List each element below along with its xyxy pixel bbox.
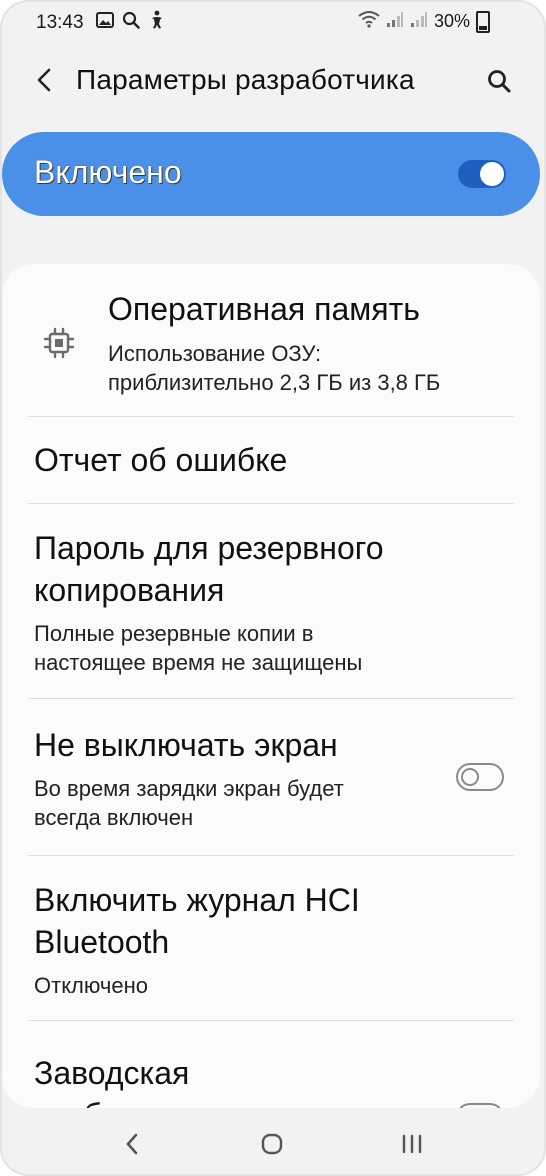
oem-unlock-title-line2: разблокировка (34, 1095, 254, 1108)
master-switch-label: Включено (34, 154, 182, 190)
signal-icon (410, 10, 428, 33)
navigation-bar (0, 1110, 546, 1176)
back-button[interactable] (28, 64, 60, 96)
bluetooth-hci-subtitle: Отключено (34, 973, 148, 998)
list-item-bluetooth-hci-log[interactable]: Включить журнал HCI Bluetooth Отключено (2, 856, 540, 1020)
memory-subtitle-line2: приблизительно 2,3 ГБ из 3,8 ГБ (108, 370, 441, 395)
list-item-bug-report[interactable]: Отчет об ошибке (2, 417, 540, 503)
search-icon (122, 11, 140, 34)
memory-title: Оперативная память (108, 291, 420, 327)
phone-screen: 13:43 30% Параметры разработчика Включен… (0, 0, 546, 1176)
nav-home-button[interactable] (252, 1126, 292, 1162)
gallery-icon (96, 12, 114, 33)
battery-icon (476, 10, 490, 33)
status-icons-left (96, 10, 166, 35)
signal-icon (386, 10, 404, 33)
backup-password-title-line1: Пароль для резервного (34, 530, 384, 566)
search-button[interactable] (482, 64, 516, 98)
nav-recents-button[interactable] (392, 1126, 432, 1162)
bluetooth-hci-title-line1: Включить журнал HCI (34, 882, 360, 918)
chevron-left-icon (37, 68, 51, 92)
accessibility-icon (148, 10, 166, 35)
backup-password-subtitle-line2: настоящее время не защищены (34, 650, 363, 675)
oem-unlock-title-line1: Заводская (34, 1055, 190, 1091)
nav-recents-icon (402, 1134, 422, 1154)
backup-password-subtitle-line1: Полные резервные копии в (34, 621, 314, 646)
list-item-memory[interactable]: Оперативная память Использование ОЗУ: пр… (2, 264, 540, 416)
stay-awake-toggle[interactable] (456, 763, 504, 791)
status-icons-right: 30% (358, 10, 490, 33)
list-item-stay-awake[interactable]: Не выключать экран Во время зарядки экра… (2, 699, 540, 855)
backup-password-title-line2: копирования (34, 572, 225, 608)
bug-report-title: Отчет об ошибке (34, 442, 288, 478)
memory-subtitle-line1: Использование ОЗУ: (108, 341, 322, 366)
page-title: Параметры разработчика (76, 64, 415, 95)
master-toggle[interactable] (458, 160, 506, 188)
nav-home-icon (261, 1133, 283, 1155)
toggle-knob (480, 162, 504, 186)
settings-list: Оперативная память Использование ОЗУ: пр… (2, 264, 540, 1108)
developer-options-master-switch[interactable]: Включено (2, 132, 540, 216)
stay-awake-title: Не выключать экран (34, 727, 338, 763)
nav-back-button[interactable] (112, 1126, 152, 1162)
nav-back-icon (126, 1133, 138, 1155)
status-time: 13:43 (36, 12, 84, 33)
oem-unlock-toggle[interactable] (456, 1103, 504, 1108)
battery-percent: 30% (433, 11, 470, 31)
app-bar: Параметры разработчика (0, 50, 546, 110)
stay-awake-subtitle-line2: всегда включен (34, 805, 194, 830)
bluetooth-hci-title-line2: Bluetooth (34, 924, 170, 960)
status-bar: 13:43 30% (0, 0, 546, 48)
search-icon (488, 70, 511, 93)
stay-awake-subtitle-line1: Во время зарядки экран будет (34, 776, 344, 801)
list-item-backup-password[interactable]: Пароль для резервного копирования Полные… (2, 504, 540, 698)
list-item-oem-unlock[interactable]: Заводская разблокировка (2, 1021, 540, 1108)
memory-chip-icon (43, 327, 75, 359)
wifi-icon (358, 10, 380, 33)
toggle-knob (461, 768, 479, 786)
